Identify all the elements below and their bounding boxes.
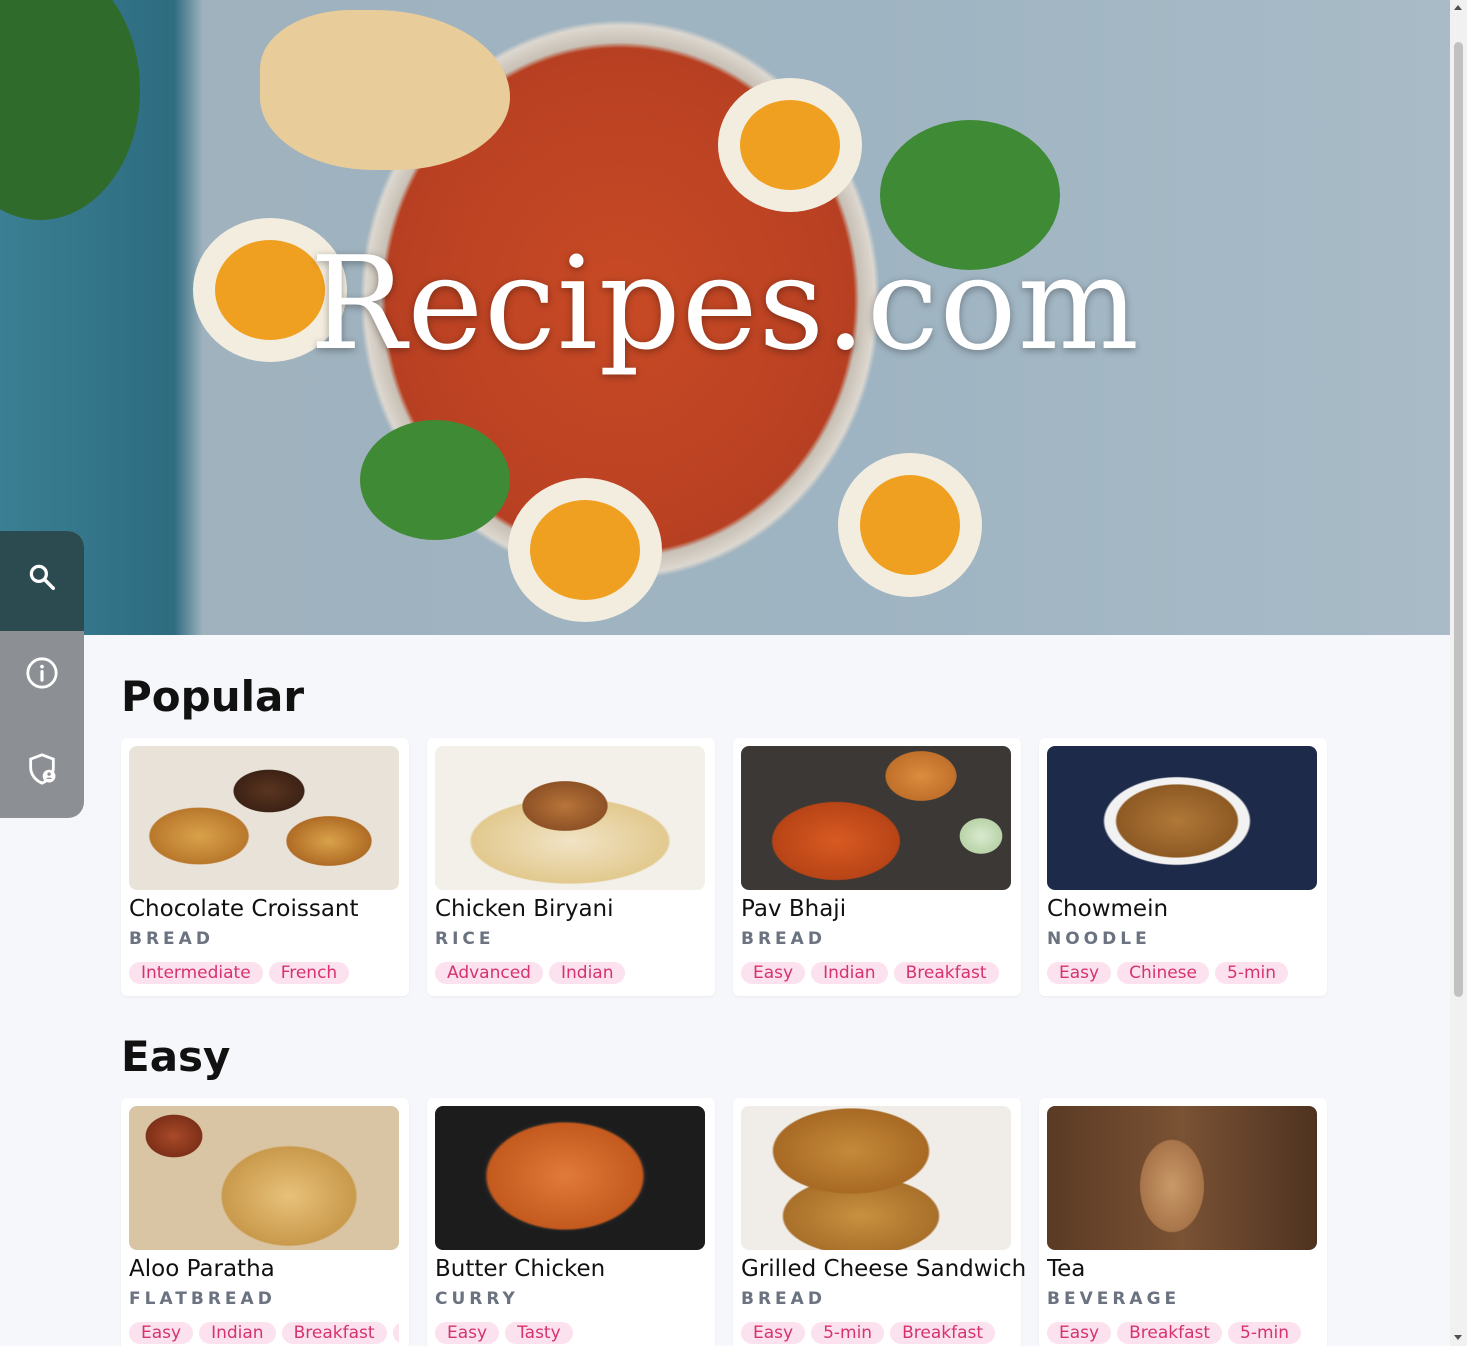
recipe-image bbox=[435, 746, 705, 890]
recipe-name: Grilled Cheese Sandwich bbox=[741, 1256, 1027, 1282]
recipe-card[interactable]: Chowmein NOODLE Easy Chinese 5-min bbox=[1039, 738, 1327, 996]
tag[interactable]: Breakfast bbox=[1117, 1322, 1223, 1344]
tag[interactable]: Breakfast bbox=[893, 962, 999, 984]
egg-yolk-image bbox=[860, 475, 960, 575]
egg-yolk-image bbox=[740, 100, 840, 190]
recipe-card[interactable]: Grilled Cheese Sandwich BREAD Easy 5-min… bbox=[733, 1098, 1026, 1346]
tag[interactable]: 5 bbox=[392, 1322, 399, 1344]
tag[interactable]: Indian bbox=[811, 962, 888, 984]
hero-banner: Recipes.com bbox=[0, 0, 1450, 635]
search-button[interactable] bbox=[0, 531, 84, 627]
recipe-name: Chowmein bbox=[1047, 896, 1169, 922]
flatbread-image bbox=[260, 10, 510, 170]
recipe-image bbox=[1047, 746, 1317, 890]
recipe-category: NOODLE bbox=[1047, 929, 1151, 949]
section-title-easy: Easy bbox=[121, 1032, 231, 1081]
recipe-card[interactable]: Chocolate Croissant BREAD Intermediate F… bbox=[121, 738, 409, 996]
tag-list: Easy Indian Breakfast bbox=[741, 962, 1011, 984]
tag-list: Easy Tasty bbox=[435, 1322, 705, 1344]
tag[interactable]: Indian bbox=[548, 962, 626, 984]
site-title: Recipes.com bbox=[310, 230, 1140, 379]
scrollbar[interactable] bbox=[1450, 0, 1467, 1346]
scroll-thumb[interactable] bbox=[1454, 42, 1463, 997]
tag[interactable]: Easy bbox=[435, 1322, 500, 1344]
tag-list: Easy Chinese 5-min bbox=[1047, 962, 1317, 984]
recipe-name: Chicken Biryani bbox=[435, 896, 614, 922]
privacy-button[interactable] bbox=[0, 723, 84, 818]
recipe-card[interactable]: Butter Chicken CURRY Easy Tasty bbox=[427, 1098, 715, 1346]
tag-list: Easy 5-min Breakfast bbox=[741, 1322, 1011, 1344]
tag-list: Easy Breakfast 5-min bbox=[1047, 1322, 1317, 1344]
info-button[interactable] bbox=[0, 627, 84, 723]
recipe-category: FLATBREAD bbox=[129, 1289, 276, 1309]
tag[interactable]: Easy bbox=[741, 962, 806, 984]
search-icon bbox=[27, 562, 57, 596]
recipe-image bbox=[129, 746, 399, 890]
tag[interactable]: Chinese bbox=[1117, 962, 1209, 984]
tag-list: Intermediate French bbox=[129, 962, 399, 984]
recipe-name: Chocolate Croissant bbox=[129, 896, 359, 922]
recipe-category: BEVERAGE bbox=[1047, 1289, 1181, 1309]
tag[interactable]: Advanced bbox=[435, 962, 543, 984]
section-title-popular: Popular bbox=[121, 672, 305, 721]
recipe-card[interactable]: Chicken Biryani RICE Advanced Indian bbox=[427, 738, 715, 996]
recipe-name: Butter Chicken bbox=[435, 1256, 606, 1282]
recipe-image bbox=[1047, 1106, 1317, 1250]
recipe-name: Tea bbox=[1047, 1256, 1086, 1282]
recipe-category: BREAD bbox=[129, 929, 214, 949]
recipe-image bbox=[129, 1106, 399, 1250]
scroll-up-arrow[interactable] bbox=[1454, 5, 1462, 10]
tag[interactable]: Easy bbox=[1047, 1322, 1112, 1344]
tag[interactable]: 5-min bbox=[811, 1322, 885, 1344]
recipe-image bbox=[435, 1106, 705, 1250]
tag-list: Advanced Indian bbox=[435, 962, 705, 984]
scroll-down-arrow[interactable] bbox=[1454, 1335, 1462, 1340]
herb-bowl-image bbox=[0, 0, 140, 220]
tag[interactable]: Tasty bbox=[505, 1322, 573, 1344]
recipe-category: BREAD bbox=[741, 1289, 826, 1309]
tag[interactable]: Breakfast bbox=[890, 1322, 996, 1344]
tag[interactable]: Easy bbox=[1047, 962, 1112, 984]
tag-list: Easy Indian Breakfast 5 bbox=[129, 1322, 399, 1344]
tag[interactable]: 5-min bbox=[1215, 962, 1289, 984]
recipe-card[interactable]: Tea BEVERAGE Easy Breakfast 5-min bbox=[1039, 1098, 1327, 1346]
tag[interactable]: 5-min bbox=[1228, 1322, 1302, 1344]
tag[interactable]: Easy bbox=[129, 1322, 194, 1344]
egg-yolk-image bbox=[530, 500, 640, 600]
recipe-card[interactable]: Aloo Paratha FLATBREAD Easy Indian Break… bbox=[121, 1098, 409, 1346]
recipe-image bbox=[741, 746, 1011, 890]
recipe-card[interactable]: Pav Bhaji BREAD Easy Indian Breakfast bbox=[733, 738, 1021, 996]
sidebar bbox=[0, 531, 84, 818]
info-icon bbox=[25, 656, 59, 694]
shield-user-icon bbox=[25, 752, 59, 790]
recipe-image bbox=[741, 1106, 1011, 1250]
tag[interactable]: Breakfast bbox=[281, 1322, 387, 1344]
tag[interactable]: Easy bbox=[741, 1322, 806, 1344]
herb-image bbox=[360, 420, 510, 540]
recipe-category: BREAD bbox=[741, 929, 826, 949]
recipe-name: Pav Bhaji bbox=[741, 896, 847, 922]
recipe-name: Aloo Paratha bbox=[129, 1256, 275, 1282]
recipe-category: RICE bbox=[435, 929, 495, 949]
tag[interactable]: Intermediate bbox=[129, 962, 263, 984]
tag[interactable]: French bbox=[268, 962, 350, 984]
tag[interactable]: Indian bbox=[199, 1322, 276, 1344]
recipe-category: CURRY bbox=[435, 1289, 519, 1309]
